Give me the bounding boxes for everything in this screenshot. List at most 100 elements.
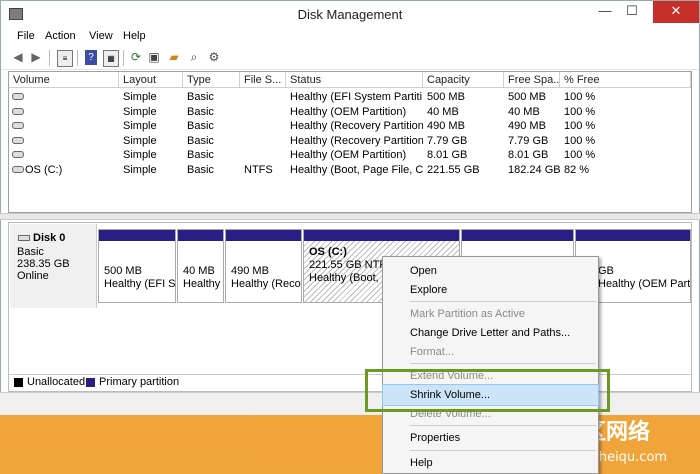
unallocated-swatch [14,378,23,387]
toolbar-separator [49,50,50,66]
menu-item-help[interactable]: Help [383,453,598,473]
volume-cell-type: Basic [187,91,214,103]
volume-icon [12,136,24,144]
settings-icon[interactable]: ⚙ [207,50,221,65]
menu-item-explore[interactable]: Explore [383,280,598,300]
menu-separator [410,425,596,426]
menu-help[interactable]: Help [123,30,146,42]
volume-list: Volume Layout Type File S... Status Capa… [8,71,692,213]
toolbar: ◀ ▶ ≡ ? ▦ ⟳ ▣ ▰ ⌕ ⚙ [1,47,699,70]
volume-cell-type: Basic [187,149,214,162]
minimize-button[interactable]: — [593,1,617,23]
volume-cell-capacity: 221.55 GB [427,164,480,176]
column-free-space[interactable]: Free Spa... [504,72,560,88]
volume-cell-pct: 100 % [564,105,596,118]
volume-cell-free: 490 MB [508,120,546,133]
legend-primary: Primary partition [99,376,180,388]
volume-cell-status: Healthy (Recovery Partition) [290,134,423,147]
volume-cell-capacity: 40 MB [427,105,459,118]
menu-item-mark-partition-as-active: Mark Partition as Active [410,308,525,320]
volume-cell-volume: OS (C:) [25,164,63,176]
volume-cell-free: 40 MB [508,105,540,118]
partition-recovery[interactable]: 490 MB Healthy (Recov [225,229,302,303]
disk-0-label[interactable]: Disk 0 Basic 238.35 GB Online [10,224,97,308]
column-capacity[interactable]: Capacity [423,72,504,88]
partition-efi[interactable]: 500 MB Healthy (EFI Sy [98,229,176,303]
callout-highlight-box [365,369,610,412]
volume-cell-status: Healthy (EFI System Partiti... [290,91,423,103]
volume-cell-status: Healthy (Boot, Page File, C... [290,164,423,176]
column-volume[interactable]: Volume [9,72,119,88]
volume-cell-type: Basic [187,105,214,118]
disk-state: Online [17,270,49,282]
volume-cell-free: 8.01 GB [508,149,549,162]
rescan-icon[interactable]: ▣ [147,50,161,65]
volume-cell-pct: 100 % [564,120,596,133]
volume-cell-capacity: 490 MB [427,120,465,133]
menu-view[interactable]: View [89,30,113,42]
volume-cell-layout: Simple [123,105,157,118]
disk-name: Disk 0 [33,232,66,244]
volume-cell-layout: Simple [123,149,157,162]
partition-bar [99,230,175,241]
column-percent-free[interactable]: % Free [560,72,691,88]
volume-icon [12,166,24,173]
menu-separator [410,363,596,364]
toolbar-separator [77,50,78,66]
volume-cell-pct: 100 % [564,91,596,103]
volume-cell-type: Basic [187,120,214,133]
refresh-icon[interactable]: ⟳ [129,50,143,65]
partition-status: Healthy (EFI Sy [104,278,176,290]
volume-cell-status: Healthy (Recovery Partition) [290,120,423,133]
partition-bar [304,230,459,241]
close-button[interactable]: ✕ [653,1,699,23]
column-status[interactable]: Status [286,72,423,88]
disk-icon [18,235,30,241]
volume-cell-fs: NTFS [244,164,273,176]
menu-item-properties[interactable]: Properties [383,428,598,448]
partition-bar [576,230,690,241]
menu-separator [410,450,596,451]
volume-icon [12,122,24,130]
volume-cell-free: 7.79 GB [508,134,549,147]
volume-cell-status: Healthy (OEM Partition) [290,105,407,118]
column-layout[interactable]: Layout [119,72,183,88]
partition-bar [178,230,223,241]
volume-cell-layout: Simple [123,91,157,103]
disk-type: Basic [17,246,44,258]
partition-bar [462,230,573,241]
volume-cell-type: Basic [187,164,214,176]
volume-cell-pct: 82 % [564,164,590,176]
partition-oem-1[interactable]: 40 MB Healthy [177,229,224,303]
partition-bar [226,230,301,241]
volume-cell-layout: Simple [123,134,157,147]
disk-size: 238.35 GB [17,258,70,270]
volume-icon [12,93,24,100]
volume-icon [12,151,24,159]
menu-separator [410,301,596,302]
list-view-icon[interactable]: ≡ [57,50,73,67]
menu-bar: File Action View Help [1,29,699,47]
search-icon[interactable]: ⌕ [187,50,201,65]
volume-cell-capacity: 500 MB [427,91,465,103]
help-icon[interactable]: ? [85,50,97,65]
column-type[interactable]: Type [183,72,240,88]
menu-item-open[interactable]: Open [383,261,598,281]
volume-cell-capacity: 7.79 GB [427,134,468,147]
menu-action[interactable]: Action [45,30,76,42]
pane-splitter[interactable] [0,213,700,220]
open-folder-icon[interactable]: ▰ [167,50,181,65]
maximize-button[interactable]: ☐ [620,1,644,23]
back-icon[interactable]: ◀ [11,50,25,65]
volume-cell-free: 500 MB [508,91,546,103]
volume-cell-pct: 100 % [564,149,596,162]
partition-status: Healthy (Recov [231,278,302,290]
column-file-system[interactable]: File S... [240,72,286,88]
volume-cell-type: Basic [187,134,214,147]
forward-icon[interactable]: ▶ [29,50,43,65]
partition-status: Healthy [183,278,221,290]
primary-partition-swatch [86,378,95,387]
properties-icon[interactable]: ▦ [103,50,119,67]
menu-file[interactable]: File [17,30,35,42]
menu-item-change-drive-letter-and-paths[interactable]: Change Drive Letter and Paths... [383,323,598,343]
